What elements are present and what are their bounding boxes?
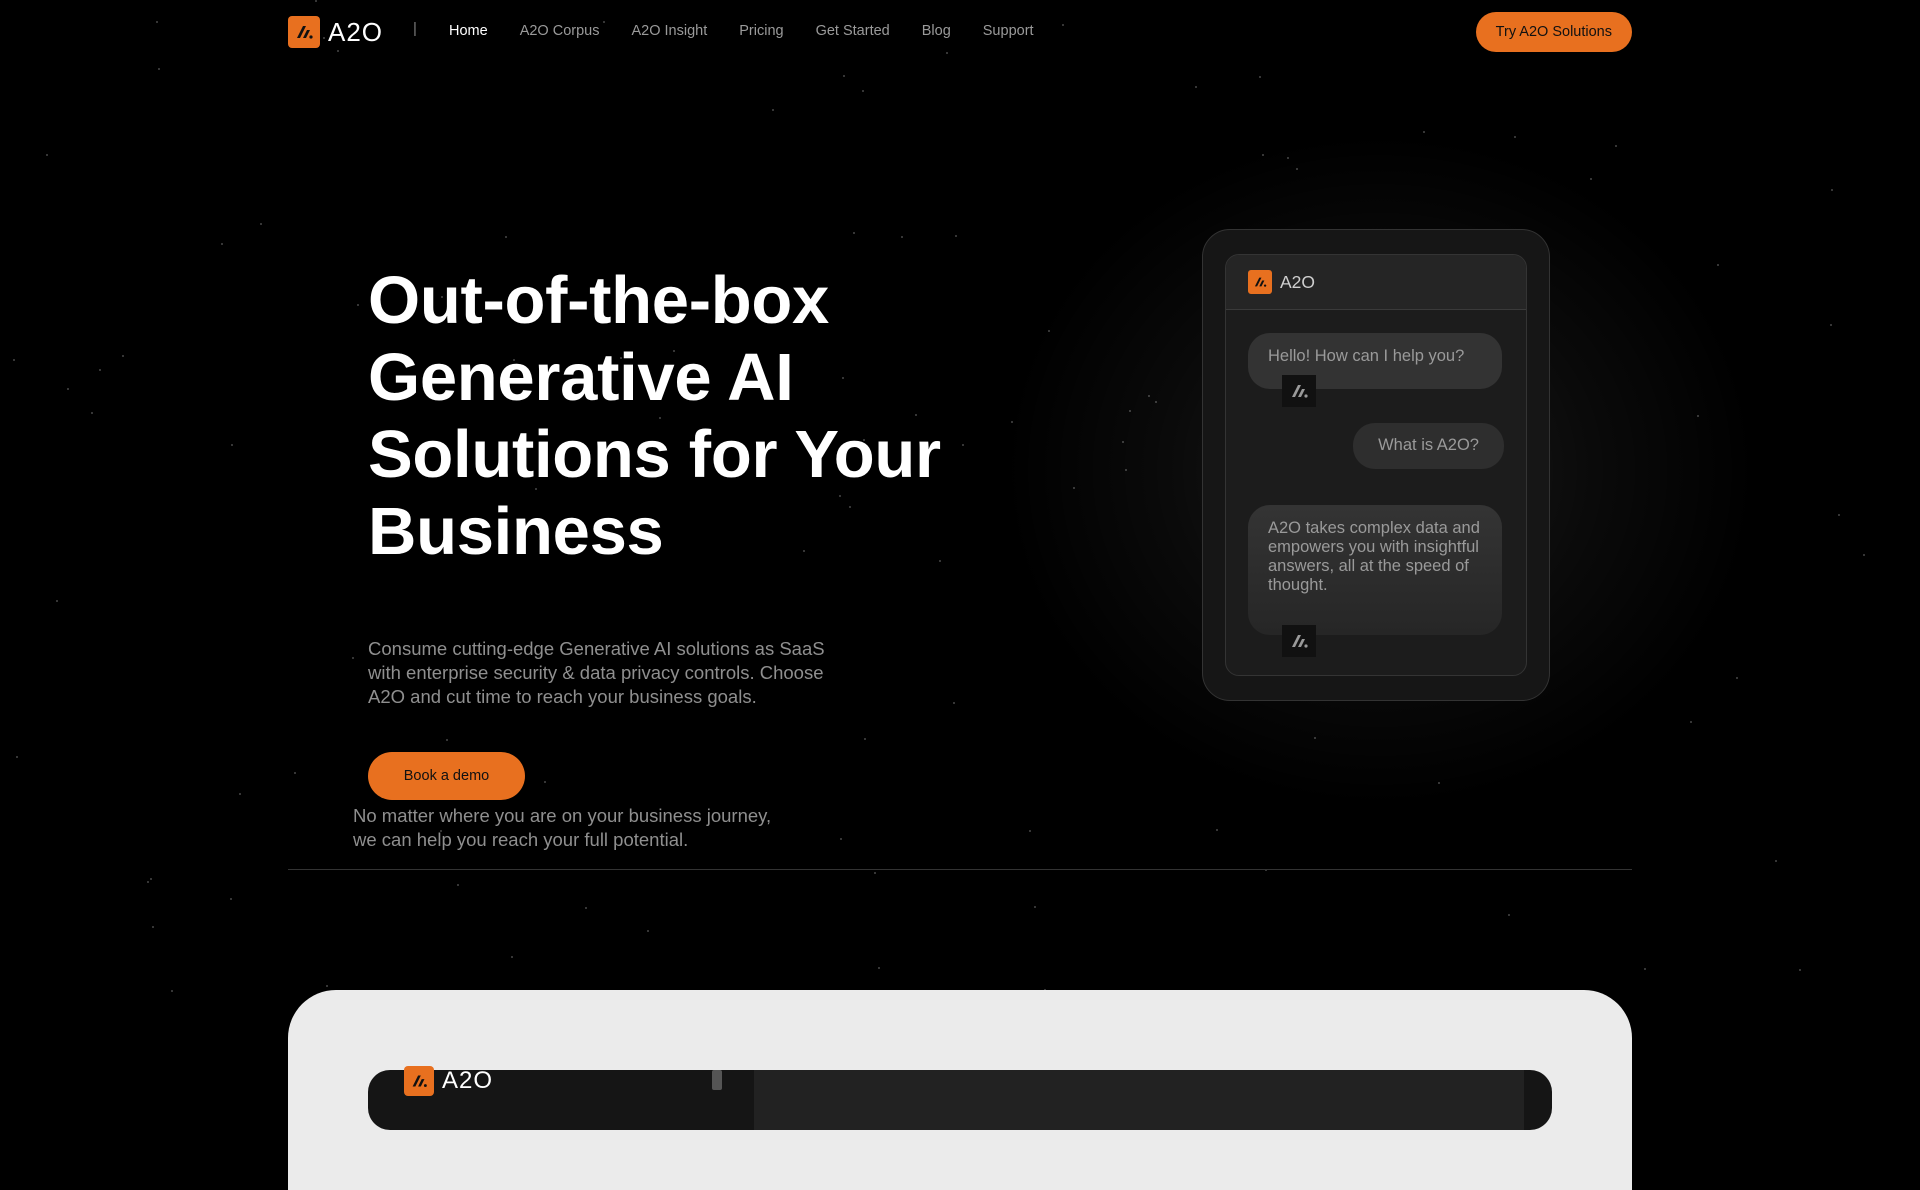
- nav-links: Home A2O Corpus A2O Insight Pricing Get …: [449, 23, 1034, 39]
- hero-title-line: Generative AI: [368, 340, 794, 415]
- preview-brand-name: A2O: [442, 1067, 494, 1094]
- star-dot: [1863, 554, 1865, 556]
- bot-avatar-icon: [1282, 625, 1316, 657]
- hero-note-line: we can help you reach your full potentia…: [353, 829, 689, 850]
- star-dot: [91, 412, 93, 414]
- brand-logo[interactable]: A2O: [288, 16, 383, 48]
- hero-note: No matter where you are on your business…: [353, 804, 873, 852]
- star-dot: [156, 21, 158, 23]
- star-dot: [147, 881, 149, 883]
- star-dot: [878, 967, 880, 969]
- try-solutions-button[interactable]: Try A2O Solutions: [1475, 12, 1632, 52]
- nav-link-a2o-insight[interactable]: A2O Insight: [631, 23, 707, 39]
- star-dot: [67, 388, 69, 390]
- a2o-logo-icon: [1248, 270, 1272, 294]
- star-dot: [511, 956, 513, 958]
- star-dot: [457, 884, 459, 886]
- star-dot: [326, 985, 328, 987]
- star-dot: [946, 52, 948, 54]
- section-divider: [288, 869, 1632, 870]
- bot-avatar-icon: [1282, 375, 1316, 407]
- hero-title-line: Business: [368, 494, 664, 569]
- hero-note-line: No matter where you are on your business…: [353, 805, 772, 826]
- product-preview-section: A2O: [288, 990, 1632, 1190]
- hero-title-line: Out-of-the-box: [368, 263, 829, 338]
- chat-title: A2O: [1280, 271, 1316, 292]
- star-dot: [955, 235, 957, 237]
- a2o-logo-icon: [404, 1066, 434, 1096]
- star-dot: [1508, 914, 1510, 916]
- chat-header: A2O: [1226, 255, 1526, 310]
- nav-link-get-started[interactable]: Get Started: [816, 23, 890, 39]
- brand-name: A2O: [328, 16, 384, 47]
- star-dot: [901, 236, 903, 238]
- preview-scrollbar: [712, 1070, 722, 1090]
- star-dot: [1831, 189, 1833, 191]
- star-dot: [843, 75, 845, 77]
- top-navigation: A2O | Home A2O Corpus A2O Insight Pricin…: [288, 12, 1632, 52]
- star-dot: [46, 154, 48, 156]
- star-dot: [647, 930, 649, 932]
- star-dot: [231, 444, 233, 446]
- chat-message-user: What is A2O?: [1353, 423, 1504, 469]
- chat-device-frame: A2O Hello! How can I help you? What is A…: [1202, 229, 1550, 701]
- star-dot: [158, 68, 160, 70]
- star-dot: [221, 243, 223, 245]
- star-dot: [171, 990, 173, 992]
- star-dot: [853, 232, 855, 234]
- hero-title: Out-of-the-box Generative AI Solutions f…: [368, 262, 968, 570]
- star-dot: [446, 739, 448, 741]
- nav-link-pricing[interactable]: Pricing: [739, 23, 783, 39]
- nav-link-support[interactable]: Support: [983, 23, 1034, 39]
- star-dot: [152, 926, 154, 928]
- star-dot: [56, 600, 58, 602]
- chat-window: A2O Hello! How can I help you? What is A…: [1225, 254, 1527, 676]
- star-dot: [99, 369, 101, 371]
- preview-brand-logo: A2O: [404, 1066, 493, 1096]
- star-dot: [1799, 969, 1801, 971]
- star-dot: [1830, 324, 1832, 326]
- product-preview-window: A2O: [368, 1066, 1552, 1130]
- nav-link-a2o-corpus[interactable]: A2O Corpus: [520, 23, 600, 39]
- a2o-logo-icon: [288, 16, 320, 48]
- star-dot: [315, 0, 317, 2]
- chat-message-bot: A2O takes complex data and empowers you …: [1248, 505, 1502, 635]
- hero-subtitle: Consume cutting-edge Generative AI solut…: [368, 638, 825, 707]
- star-dot: [505, 236, 507, 238]
- nav-separator: |: [413, 20, 417, 37]
- star-dot: [357, 304, 359, 306]
- nav-link-blog[interactable]: Blog: [922, 23, 951, 39]
- star-dot: [16, 756, 18, 758]
- star-dot: [862, 90, 864, 92]
- star-dot: [122, 355, 124, 357]
- star-dot: [1029, 830, 1031, 832]
- star-dot: [874, 872, 876, 874]
- star-dot: [1838, 514, 1840, 516]
- star-dot: [294, 772, 296, 774]
- star-dot: [772, 109, 774, 111]
- star-dot: [1775, 860, 1777, 862]
- hero-title-line: Solutions for Your: [368, 417, 941, 492]
- book-demo-button[interactable]: Book a demo: [368, 752, 525, 800]
- star-dot: [1034, 906, 1036, 908]
- star-dot: [1259, 76, 1261, 78]
- star-dot: [260, 223, 262, 225]
- star-dot: [953, 702, 955, 704]
- star-dot: [1195, 86, 1197, 88]
- star-dot: [352, 657, 354, 659]
- star-dot: [1644, 968, 1646, 970]
- star-dot: [544, 781, 546, 783]
- star-dot: [1216, 829, 1218, 831]
- nav-link-home[interactable]: Home: [449, 23, 488, 39]
- star-dot: [230, 898, 232, 900]
- preview-main-panel: [754, 1070, 1524, 1130]
- star-dot: [13, 359, 15, 361]
- star-dot: [864, 738, 866, 740]
- star-dot: [239, 793, 241, 795]
- star-dot: [150, 878, 152, 880]
- star-dot: [585, 907, 587, 909]
